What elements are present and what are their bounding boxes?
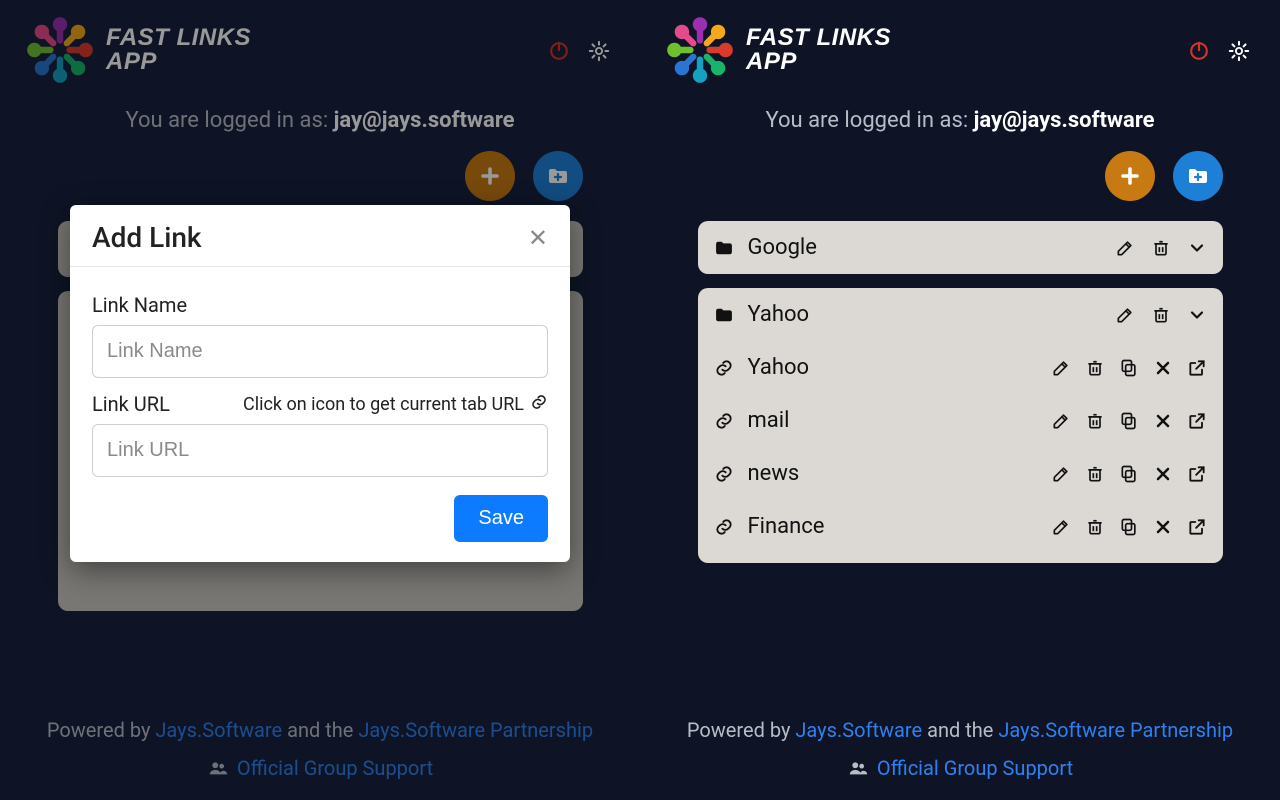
footer: Powered by Jays.Software and the Jays.So… bbox=[640, 718, 1280, 780]
folder-icon bbox=[714, 305, 734, 325]
link-icon bbox=[714, 411, 734, 431]
edit-icon[interactable] bbox=[1051, 411, 1071, 431]
link-name: Finance bbox=[748, 514, 1037, 539]
folder-header[interactable]: Yahoo bbox=[698, 288, 1223, 341]
modal-overlay[interactable]: Add Link ✕ Link Name Link URL Click on i… bbox=[0, 0, 640, 800]
pane-add-link: FAST LINKS APP You are logged in as: jay… bbox=[0, 0, 640, 800]
close-icon[interactable] bbox=[1153, 464, 1173, 484]
open-external-icon[interactable] bbox=[1187, 358, 1207, 378]
chevron-down-icon[interactable] bbox=[1187, 305, 1207, 325]
folder-card: Yahoo Yahoo mail news Finance bbox=[698, 288, 1223, 563]
brand-text-2: APP bbox=[746, 50, 891, 74]
trash-icon[interactable] bbox=[1085, 411, 1105, 431]
copy-icon[interactable] bbox=[1119, 358, 1139, 378]
link-jays-partnership[interactable]: Jays.Software Partnership bbox=[998, 718, 1233, 742]
modal-title: Add Link bbox=[92, 221, 202, 254]
folder-card: Google bbox=[698, 221, 1223, 274]
edit-icon[interactable] bbox=[1051, 464, 1071, 484]
link-support[interactable]: Official Group Support bbox=[877, 756, 1073, 780]
link-jays-software[interactable]: Jays.Software bbox=[795, 718, 922, 742]
link-url-input[interactable] bbox=[92, 424, 548, 477]
link-name-input[interactable] bbox=[92, 325, 548, 378]
add-folder-button[interactable] bbox=[1173, 151, 1223, 201]
save-button[interactable]: Save bbox=[454, 495, 548, 542]
folder-name: Google bbox=[748, 235, 1101, 260]
link-row: news bbox=[714, 447, 1207, 500]
label-link-url: Link URL bbox=[92, 392, 170, 416]
trash-icon[interactable] bbox=[1085, 358, 1105, 378]
pane-main: FAST LINKS APP You are logged in as: jay… bbox=[640, 0, 1280, 800]
hint-current-tab: Click on icon to get current tab URL bbox=[243, 394, 524, 415]
gear-icon[interactable] bbox=[1228, 40, 1250, 62]
close-icon[interactable] bbox=[1153, 517, 1173, 537]
link-icon bbox=[714, 464, 734, 484]
add-link-button[interactable] bbox=[1105, 151, 1155, 201]
trash-icon[interactable] bbox=[1085, 464, 1105, 484]
open-external-icon[interactable] bbox=[1187, 464, 1207, 484]
trash-icon[interactable] bbox=[1085, 517, 1105, 537]
login-status: You are logged in as: jay@jays.software bbox=[765, 108, 1154, 133]
link-row: Finance bbox=[714, 500, 1207, 553]
folder-icon bbox=[714, 238, 734, 258]
link-name: news bbox=[748, 461, 1037, 486]
app-logo-icon bbox=[660, 10, 740, 90]
trash-icon[interactable] bbox=[1151, 305, 1171, 325]
edit-icon[interactable] bbox=[1051, 358, 1071, 378]
edit-icon[interactable] bbox=[1051, 517, 1071, 537]
edit-icon[interactable] bbox=[1115, 238, 1135, 258]
link-name: mail bbox=[748, 408, 1037, 433]
brand-text-1: FAST LINKS bbox=[746, 26, 891, 50]
link-icon bbox=[714, 358, 734, 378]
users-icon bbox=[847, 757, 869, 779]
close-icon[interactable]: ✕ bbox=[528, 224, 548, 252]
close-icon[interactable] bbox=[1153, 411, 1173, 431]
grab-url-icon[interactable] bbox=[530, 393, 548, 416]
open-external-icon[interactable] bbox=[1187, 517, 1207, 537]
label-link-name: Link Name bbox=[92, 293, 548, 317]
link-name: Yahoo bbox=[748, 355, 1037, 380]
chevron-down-icon[interactable] bbox=[1187, 238, 1207, 258]
copy-icon[interactable] bbox=[1119, 517, 1139, 537]
open-external-icon[interactable] bbox=[1187, 411, 1207, 431]
copy-icon[interactable] bbox=[1119, 464, 1139, 484]
edit-icon[interactable] bbox=[1115, 305, 1135, 325]
folder-header[interactable]: Google bbox=[698, 221, 1223, 274]
link-icon bbox=[714, 517, 734, 537]
link-row: mail bbox=[714, 394, 1207, 447]
add-link-modal: Add Link ✕ Link Name Link URL Click on i… bbox=[70, 205, 570, 562]
link-row: Yahoo bbox=[714, 341, 1207, 394]
folder-name: Yahoo bbox=[748, 302, 1101, 327]
close-icon[interactable] bbox=[1153, 358, 1173, 378]
power-icon[interactable] bbox=[1188, 40, 1210, 62]
trash-icon[interactable] bbox=[1151, 238, 1171, 258]
copy-icon[interactable] bbox=[1119, 411, 1139, 431]
brand: FAST LINKS APP bbox=[660, 10, 891, 90]
